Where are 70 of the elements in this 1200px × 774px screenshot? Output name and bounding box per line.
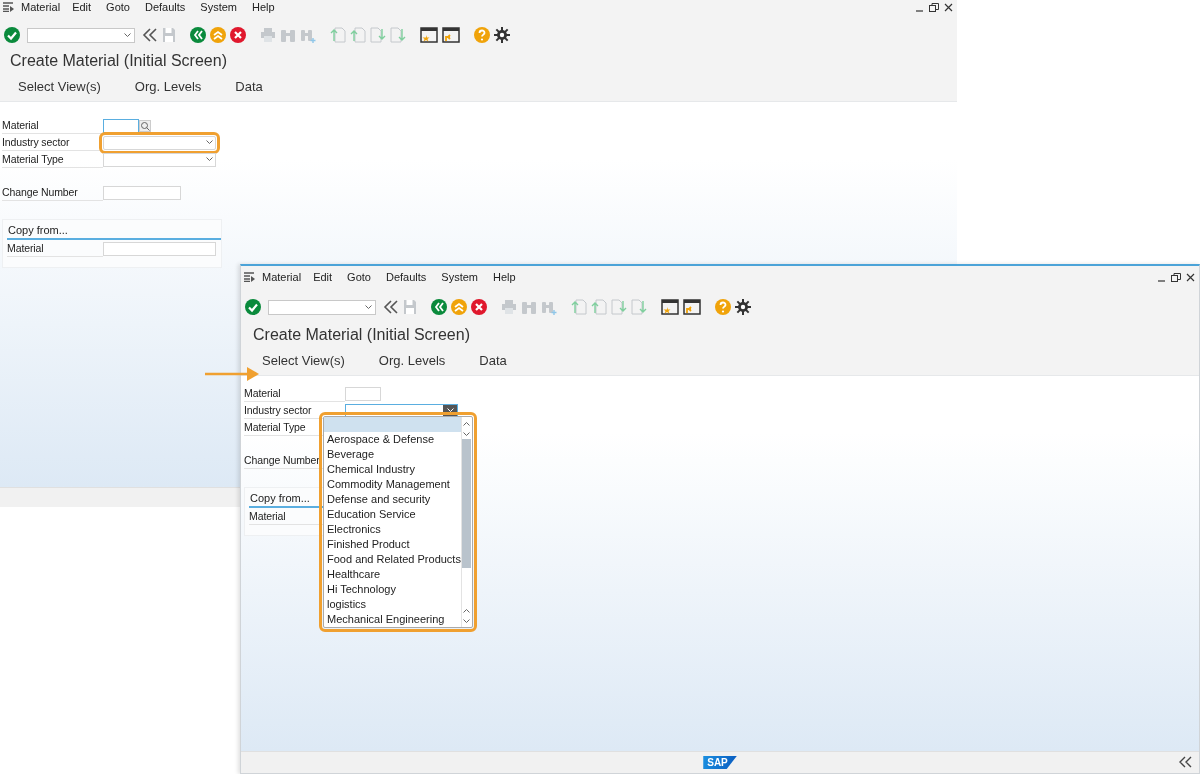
command-field[interactable] (27, 27, 135, 43)
toolbar-button[interactable]: Org. Levels (378, 353, 446, 368)
up-icon[interactable] (210, 27, 226, 43)
shortcut-window-icon[interactable] (442, 27, 460, 43)
cancel-icon[interactable] (230, 27, 246, 43)
back-icon[interactable] (431, 299, 447, 315)
list-option[interactable]: Food and Related Products (324, 552, 461, 567)
new-window-icon[interactable] (661, 299, 679, 315)
list-option[interactable]: logistics (324, 597, 461, 612)
chevron-down-icon[interactable] (463, 619, 471, 624)
check-icon[interactable] (4, 27, 20, 43)
restore-icon[interactable] (929, 2, 939, 12)
menu-item[interactable]: Help (252, 1, 275, 13)
close-icon[interactable] (944, 2, 953, 12)
value-help-icon[interactable] (139, 119, 151, 132)
menu-item[interactable]: Material (21, 1, 61, 13)
menu-item[interactable]: Help (493, 271, 516, 283)
restore-icon[interactable] (1171, 272, 1181, 282)
double-chevron-left-icon[interactable] (1179, 756, 1193, 768)
menu-icon[interactable] (244, 272, 256, 282)
toolbar-button[interactable]: Data (479, 353, 507, 368)
menu-icon[interactable] (3, 2, 15, 12)
toolbar-button[interactable]: Select View(s) (18, 79, 101, 94)
chevron-down-icon[interactable] (463, 432, 471, 437)
menu-item[interactable]: Defaults (144, 1, 186, 13)
check-icon[interactable] (245, 299, 261, 315)
shortcut-window-icon[interactable] (683, 299, 701, 315)
command-field[interactable] (268, 299, 376, 315)
input-field[interactable] (103, 185, 181, 200)
chevron-down-icon (446, 408, 454, 413)
chevron-down-icon (365, 304, 372, 310)
screen-title: Create Material (Initial Screen) (241, 322, 1199, 347)
toolbar-button[interactable]: Select View(s) (262, 353, 345, 368)
scrollbar-thumb[interactable] (462, 439, 472, 568)
menu-item[interactable]: System (200, 1, 237, 13)
new-window-icon[interactable] (420, 27, 438, 43)
cancel-icon[interactable] (471, 299, 487, 315)
chevron-up-icon[interactable] (463, 421, 471, 426)
close-icon[interactable] (1186, 272, 1195, 282)
chevron-down-icon (124, 32, 131, 38)
group-title: Copy from... (7, 222, 221, 240)
menu-item[interactable]: Edit (72, 1, 92, 13)
menu-item[interactable]: Material (262, 271, 302, 283)
settings-icon[interactable] (735, 299, 751, 315)
double-chevron-left-icon[interactable] (142, 27, 158, 43)
list-option[interactable]: Commodity Management (324, 477, 461, 492)
list-option[interactable]: Mechanical Engineering (324, 612, 461, 627)
chevron-down-icon (206, 157, 213, 162)
menu-item[interactable]: System (441, 271, 478, 283)
list-option[interactable]: Healthcare (324, 567, 461, 582)
screen-title: Create Material (Initial Screen) (0, 46, 957, 73)
input-field[interactable] (103, 118, 139, 133)
toolbar-button[interactable]: Data (235, 79, 263, 94)
menu-item[interactable]: Edit (313, 271, 333, 283)
menu-item[interactable]: Goto (347, 271, 371, 283)
list-option[interactable]: Finished Product (324, 537, 461, 552)
toolbar-button[interactable]: Org. Levels (134, 79, 202, 94)
input-field[interactable] (345, 386, 381, 401)
chevron-up-icon[interactable] (463, 608, 471, 613)
sap-logo: SAP (703, 756, 737, 769)
back-icon[interactable] (190, 27, 206, 43)
double-chevron-left-icon[interactable] (383, 299, 399, 315)
chevron-down-icon (206, 140, 213, 145)
menu-item[interactable]: Goto (106, 1, 130, 13)
up-icon[interactable] (451, 299, 467, 315)
menu-item[interactable]: Defaults (385, 271, 427, 283)
settings-icon[interactable] (494, 27, 510, 43)
list-option[interactable]: Hi Technology (324, 582, 461, 597)
list-option[interactable]: Electronics (324, 522, 461, 537)
input-field[interactable] (103, 241, 216, 256)
